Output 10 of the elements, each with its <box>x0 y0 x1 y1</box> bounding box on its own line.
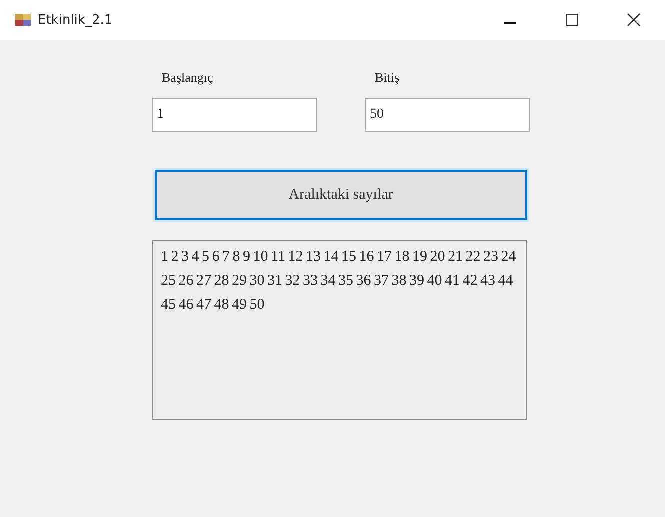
app-icon <box>14 12 32 28</box>
window-title: Etkinlik_2.1 <box>38 12 114 28</box>
output-box[interactable]: 1 2 3 4 5 6 7 8 9 10 11 12 13 14 15 16 17 18 19 20 21 22 23 24 25 26 27 28 29 30 31 32 33 34 35 36 37 38 39 40 41 42 43 44 45 46 47 48 49 50 <box>152 240 527 420</box>
start-label: Başlangıç <box>161 69 214 87</box>
start-field[interactable]: 1 <box>152 98 317 132</box>
maximize-icon[interactable] <box>565 13 579 27</box>
close-icon[interactable] <box>627 13 641 27</box>
end-label: Bitiş <box>374 69 401 87</box>
range-numbers-button[interactable]: Aralıktaki sayılar <box>155 170 527 220</box>
end-field[interactable]: 50 <box>365 98 530 132</box>
